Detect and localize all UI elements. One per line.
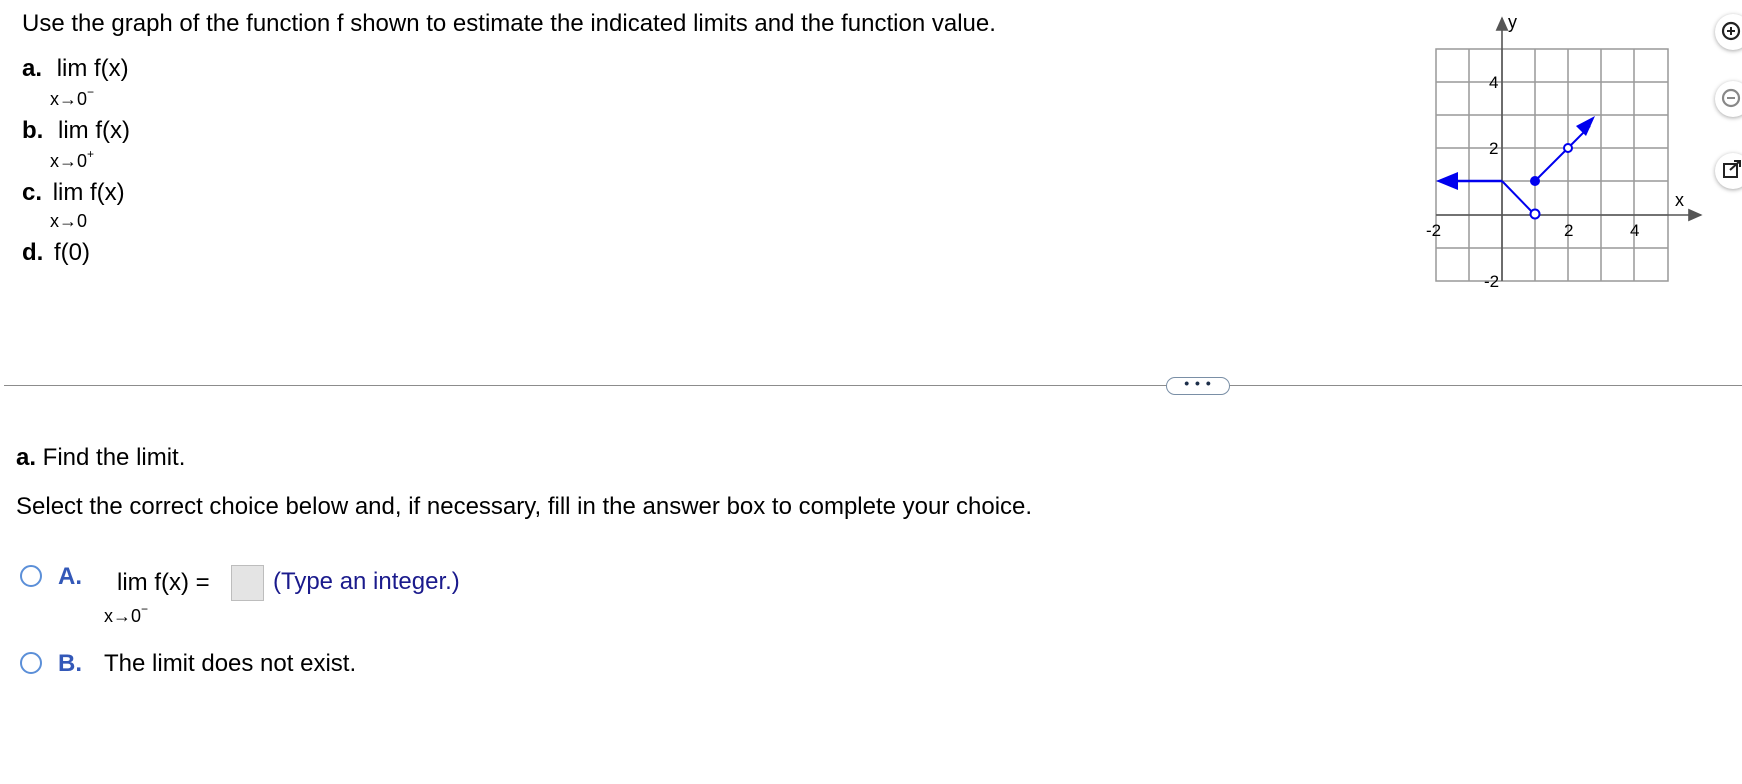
x-tick-4: 4 bbox=[1630, 221, 1639, 240]
item-a-expr: lim f(x) bbox=[56, 55, 129, 82]
open-point-2-2 bbox=[1563, 143, 1573, 153]
item-a-subscript: x→0− bbox=[50, 85, 95, 109]
right-arrowhead bbox=[1576, 116, 1595, 136]
section-divider bbox=[4, 385, 1742, 386]
expand-more-button[interactable]: • • • bbox=[1166, 376, 1230, 395]
item-c: c. lim f(x) bbox=[22, 179, 125, 207]
item-b: b. lim f(x) bbox=[22, 117, 130, 145]
function-graph: x y -2 2 4 4 2 -2 bbox=[1426, 12, 1703, 290]
item-c-letter: c. bbox=[22, 179, 43, 206]
answer-input-box[interactable] bbox=[231, 565, 264, 601]
x-tick-2: 2 bbox=[1564, 221, 1573, 240]
x-axis-label: x bbox=[1675, 190, 1684, 210]
choice-a-subscript: x→0− bbox=[104, 602, 149, 626]
part-a-instruction: Select the correct choice below and, if … bbox=[16, 493, 1033, 520]
item-d-expr: f(0) bbox=[54, 239, 90, 266]
item-d: d. f(0) bbox=[22, 239, 90, 267]
choice-a-expr: lim f(x) = bbox=[117, 569, 210, 596]
choice-a-radio[interactable] bbox=[20, 565, 42, 587]
zoom-in-button[interactable] bbox=[1715, 14, 1742, 50]
item-d-letter: d. bbox=[22, 239, 44, 266]
item-c-subscript: x→0 bbox=[50, 211, 88, 231]
segment-up bbox=[1534, 125, 1591, 182]
choice-b-radio[interactable] bbox=[20, 652, 42, 674]
open-external-icon bbox=[1723, 160, 1741, 178]
y-tick-2: 2 bbox=[1489, 139, 1498, 158]
item-c-expr: lim f(x) bbox=[52, 179, 125, 206]
y-axis-label: y bbox=[1508, 12, 1517, 32]
left-arrowhead bbox=[1436, 172, 1458, 190]
zoom-in-icon bbox=[1721, 21, 1741, 41]
open-point-1-0 bbox=[1529, 208, 1541, 220]
question-prompt: Use the graph of the function f shown to… bbox=[22, 10, 996, 37]
item-a-letter: a. bbox=[22, 55, 43, 82]
item-b-letter: b. bbox=[22, 117, 44, 144]
closed-point-1-1 bbox=[1530, 176, 1540, 186]
x-tick-neg2: -2 bbox=[1426, 221, 1441, 240]
choice-b-letter[interactable]: B. bbox=[58, 650, 82, 678]
part-a-title-text: Find the limit. bbox=[36, 444, 186, 471]
item-b-expr: lim f(x) bbox=[58, 117, 130, 144]
part-a-title: a. Find the limit. bbox=[16, 444, 185, 472]
function-curve bbox=[1436, 116, 1595, 220]
item-b-subscript: x→0+ bbox=[50, 147, 95, 171]
y-tick-4: 4 bbox=[1489, 73, 1498, 92]
choice-a-letter[interactable]: A. bbox=[58, 563, 82, 591]
part-a-letter: a. bbox=[16, 444, 37, 471]
choice-b-text[interactable]: The limit does not exist. bbox=[104, 650, 356, 678]
answer-hint: (Type an integer.) bbox=[273, 568, 460, 595]
y-tick-neg2: -2 bbox=[1484, 272, 1499, 290]
segment-down bbox=[1501, 180, 1536, 216]
zoom-out-icon bbox=[1721, 88, 1741, 108]
item-a: a. lim f(x) bbox=[22, 55, 129, 83]
zoom-out-button[interactable] bbox=[1715, 81, 1742, 117]
open-external-button[interactable] bbox=[1715, 153, 1742, 189]
